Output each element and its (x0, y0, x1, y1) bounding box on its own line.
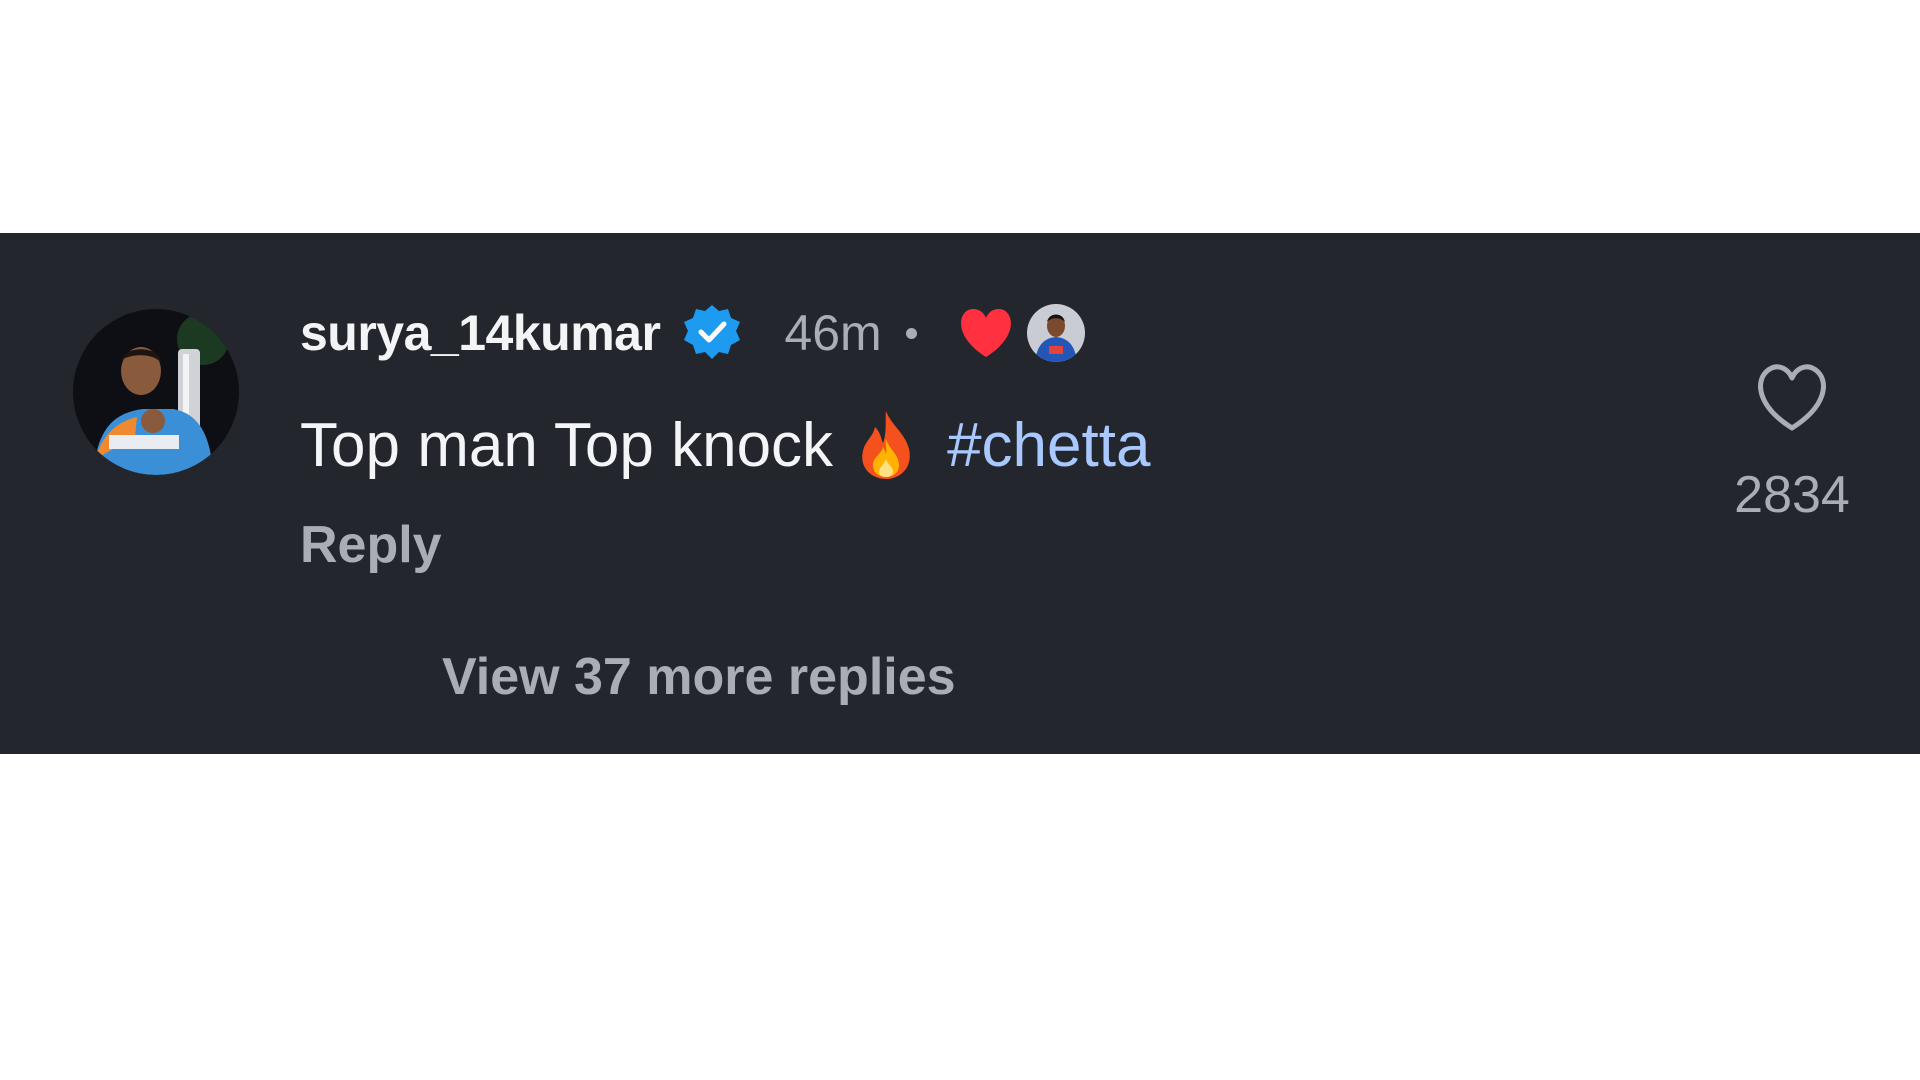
fire-icon (862, 411, 910, 479)
user-avatar[interactable] (73, 309, 239, 475)
comment-timestamp: 46m (784, 305, 882, 361)
comment-body: Top man Top knock #chetta (300, 405, 1150, 485)
verified-badge-icon (684, 305, 741, 359)
reply-button[interactable]: Reply (300, 515, 442, 575)
heart-icon (960, 309, 1011, 357)
like-count: 2834 (1734, 466, 1850, 524)
comment-header: surya_14kumar 46m (300, 298, 1085, 368)
creator-avatar (1026, 304, 1085, 362)
comment-text: Top man Top knock (300, 410, 834, 480)
hashtag-link[interactable]: #chetta (947, 410, 1150, 481)
separator-dot (905, 327, 917, 339)
heart-outline-icon[interactable] (1752, 362, 1832, 434)
view-replies-button[interactable]: View 37 more replies (442, 647, 956, 707)
username[interactable]: surya_14kumar (300, 304, 661, 362)
